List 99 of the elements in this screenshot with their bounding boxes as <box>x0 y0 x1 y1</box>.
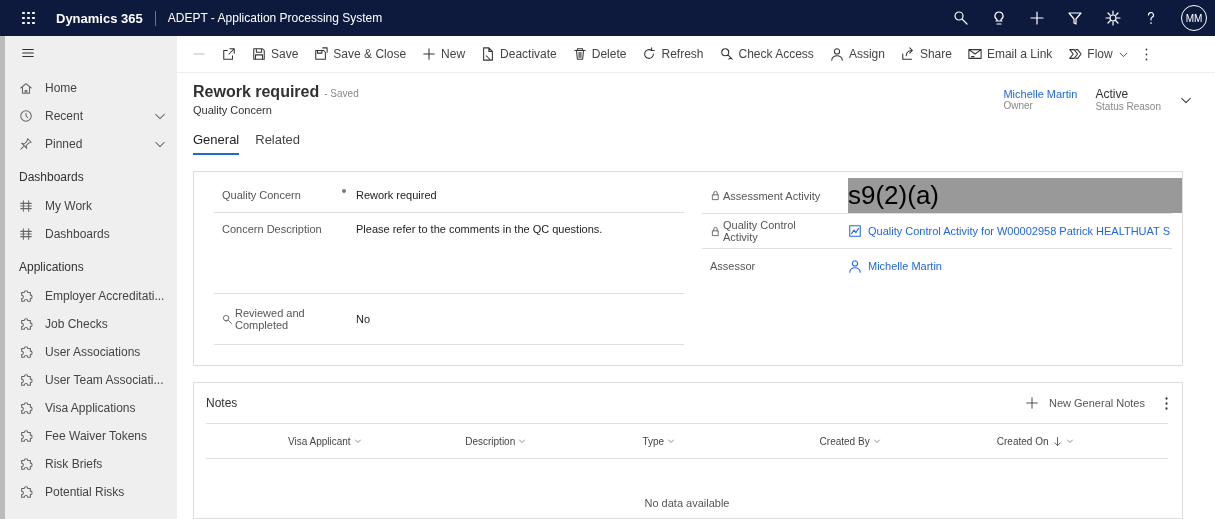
sidebar-item[interactable]: Pinned <box>19 130 177 158</box>
mail-icon <box>967 47 982 61</box>
sidebar-item[interactable]: Potential Risks <box>19 478 177 506</box>
chevron-icon <box>1065 437 1074 445</box>
sidebar-item[interactable]: Job Checks <box>19 310 177 338</box>
puzzle-icon <box>19 457 33 471</box>
puzzle-icon <box>19 401 33 415</box>
command-button[interactable]: New <box>415 43 473 65</box>
lightbulb-icon[interactable] <box>991 10 1007 26</box>
refresh-icon <box>642 47 657 61</box>
command-button[interactable]: Refresh <box>635 43 711 65</box>
puzzle-icon <box>19 429 33 443</box>
popout-icon <box>222 47 236 61</box>
column-header[interactable]: Visa Applicant <box>282 434 460 448</box>
document-icon <box>481 47 496 61</box>
field-label: Quality Concern <box>222 189 301 201</box>
sidebar-item[interactable]: Fee Waiver Tokens <box>19 422 177 450</box>
field-label: Concern Description <box>222 223 322 235</box>
field-label: Quality Control Activity <box>723 219 797 243</box>
plus-icon[interactable] <box>1029 10 1045 26</box>
sidebar-item[interactable]: Visa Applications <box>19 394 177 422</box>
field-label: Assessment Activity <box>723 189 821 202</box>
field-label: Assessor <box>710 260 756 272</box>
command-button[interactable]: Save & Close <box>307 43 414 65</box>
sidebar-item[interactable]: Employer Accreditati... <box>19 282 177 310</box>
chevron-icon <box>353 437 362 445</box>
new-note-button[interactable]: New General Notes <box>1019 395 1151 411</box>
entity-name: Quality Concern <box>193 104 273 116</box>
grid-icon <box>19 199 33 213</box>
save-status: - Saved <box>324 88 359 99</box>
puzzle-icon <box>19 289 33 303</box>
menu-icon[interactable] <box>21 46 35 60</box>
header-value: Active <box>1095 87 1130 101</box>
home-icon <box>19 81 33 95</box>
sidebar-item[interactable]: Home <box>19 74 177 102</box>
lookup-link[interactable]: Michelle Martin <box>848 259 942 273</box>
save-close-icon <box>314 47 329 61</box>
chevron-icon <box>872 437 881 445</box>
more-icon <box>1144 47 1148 61</box>
column-header[interactable]: Created By <box>813 434 991 448</box>
chart-icon <box>848 224 862 238</box>
column-header[interactable]: Description <box>459 434 637 448</box>
owner-link[interactable]: Michelle Martin <box>1003 88 1078 100</box>
command-button[interactable]: Share <box>893 43 959 65</box>
command-button[interactable]: Save <box>245 43 306 65</box>
sidebar-item[interactable]: Recent <box>19 102 177 130</box>
save-icon <box>252 47 266 61</box>
puzzle-icon <box>19 373 33 387</box>
empty-message: No data available <box>643 497 731 509</box>
column-header[interactable]: Type <box>636 434 814 448</box>
lookup-link[interactable]: Quality Control Activity for W00002958 Patrick HEALTHUAT S <box>848 224 1170 238</box>
command-button[interactable]: Deactivate <box>474 43 564 65</box>
filter-icon[interactable] <box>1067 10 1083 26</box>
grid-icon <box>19 227 33 241</box>
trash-icon <box>572 47 587 61</box>
field-value: Rework required <box>356 189 437 201</box>
share-icon <box>900 47 915 61</box>
command-button[interactable]: Delete <box>565 43 634 65</box>
plus-icon <box>422 47 437 61</box>
flow-icon <box>1068 47 1083 61</box>
app-launcher-icon[interactable] <box>20 10 36 26</box>
person-icon <box>829 47 844 61</box>
plus-icon <box>1025 396 1039 410</box>
tab[interactable]: General <box>193 132 240 155</box>
tab[interactable]: Related <box>255 132 301 155</box>
sidebar-item[interactable]: Risk Briefs <box>19 450 177 478</box>
sidebar-item[interactable]: Dashboards <box>19 220 177 248</box>
sidebar-item[interactable]: My Work <box>19 192 177 220</box>
sidebar-heading: Applications <box>19 259 85 276</box>
more-icon[interactable] <box>1165 396 1168 410</box>
field-value: No <box>356 313 371 325</box>
field-label: Reviewed and Completed <box>235 307 306 331</box>
command-button[interactable]: Email a Link <box>960 43 1060 65</box>
column-header[interactable]: Created On <box>990 434 1168 448</box>
puzzle-icon <box>19 345 33 359</box>
command-button[interactable]: Assign <box>822 43 892 65</box>
key-icon <box>719 47 734 61</box>
command-button[interactable]: Flow <box>1061 43 1136 65</box>
sidebar-item[interactable]: User Team Associati... <box>19 366 177 394</box>
settings-icon[interactable] <box>1105 10 1121 26</box>
puzzle-icon <box>19 485 33 499</box>
redaction-block: s9(2)(a) <box>848 178 1182 213</box>
puzzle-icon <box>19 317 33 331</box>
chevron-icon <box>518 437 527 445</box>
product-name[interactable]: Dynamics 365 <box>56 10 156 26</box>
sidebar-heading: Dashboards <box>19 169 85 186</box>
record-title: Rework required <box>193 83 320 101</box>
chevron-icon <box>667 437 676 445</box>
header-label: Status Reason <box>1095 101 1161 112</box>
person-icon <box>848 259 862 273</box>
pin-icon <box>19 137 33 151</box>
header-label: Owner <box>1003 100 1034 111</box>
field-value: Please refer to the comments in the QC questions. <box>356 223 603 235</box>
app-title: ADEPT - Application Processing System <box>167 11 383 25</box>
search-icon[interactable] <box>953 10 969 26</box>
clock-icon <box>19 109 33 123</box>
command-button[interactable]: Check Access <box>712 43 821 65</box>
section-title: Notes <box>206 396 238 410</box>
sidebar-item[interactable]: User Associations <box>19 338 177 366</box>
